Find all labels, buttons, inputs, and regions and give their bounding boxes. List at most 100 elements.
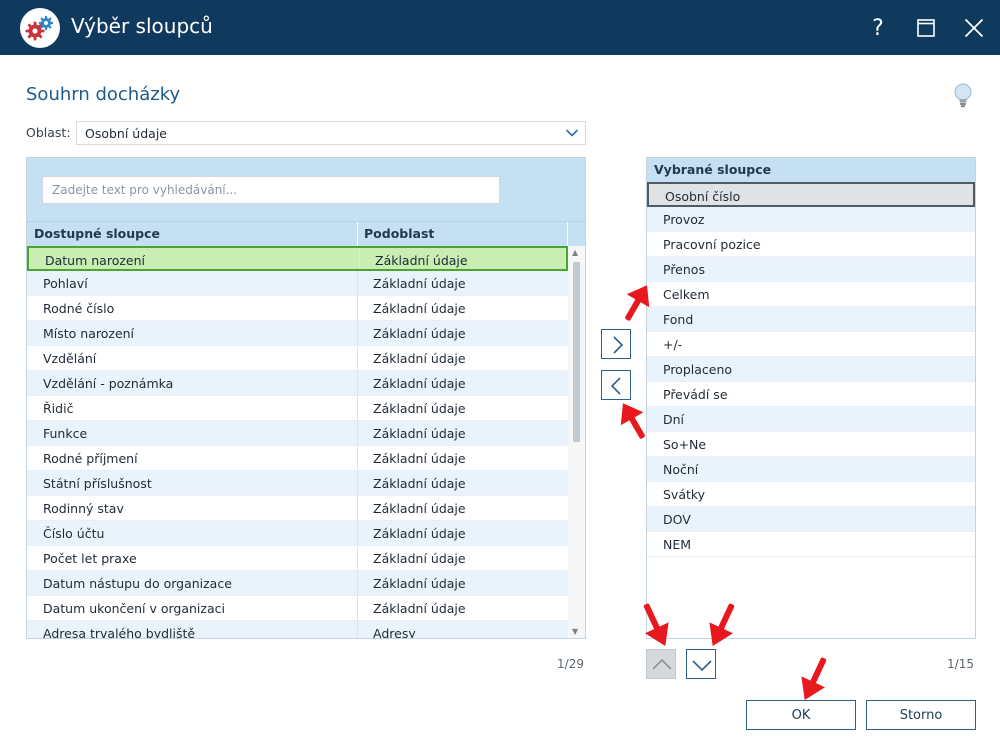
cell-divider	[357, 471, 358, 495]
column-name: Pohlaví	[43, 276, 88, 291]
column-name: Funkce	[43, 426, 88, 441]
table-row[interactable]: Pohlaví Základní údaje	[27, 271, 568, 296]
selected-column-name: Noční	[663, 462, 699, 477]
column-subarea: Základní údaje	[373, 551, 466, 566]
available-table-header: Dostupné sloupce Podoblast	[27, 221, 585, 247]
cell-divider	[357, 496, 358, 520]
ok-button[interactable]: OK	[746, 700, 856, 730]
scroll-up-icon[interactable]: ▲	[572, 248, 578, 257]
list-item[interactable]: DOV	[647, 507, 975, 532]
table-row[interactable]: Státní příslušnost Základní údaje	[27, 471, 568, 496]
column-name: Vzdělání - poznámka	[43, 376, 174, 391]
column-subarea: Základní údaje	[373, 426, 466, 441]
column-name: Vzdělání	[43, 351, 97, 366]
column-subarea: Základní údaje	[373, 351, 466, 366]
list-item[interactable]: Převádí se	[647, 382, 975, 407]
help-button[interactable]: ?	[858, 8, 898, 48]
scroll-thumb[interactable]	[573, 262, 580, 442]
table-row[interactable]: Adresa trvalého bydliště Adresy	[27, 621, 568, 638]
column-name: Rodné číslo	[43, 301, 115, 316]
table-row[interactable]: Řidič Základní údaje	[27, 396, 568, 421]
maximize-button[interactable]	[906, 8, 946, 48]
cell-divider	[357, 546, 358, 570]
close-button[interactable]	[954, 8, 994, 48]
column-subarea: Základní údaje	[373, 276, 466, 291]
list-item[interactable]: Přenos	[647, 257, 975, 282]
table-row[interactable]: Místo narození Základní údaje	[27, 321, 568, 346]
selected-column-name: Proplaceno	[663, 362, 733, 377]
search-band	[27, 158, 585, 221]
table-row[interactable]: Číslo účtu Základní údaje	[27, 521, 568, 546]
list-item[interactable]: Fond	[647, 307, 975, 332]
table-row[interactable]: Počet let praxe Základní údaje	[27, 546, 568, 571]
search-input[interactable]	[42, 176, 500, 204]
cancel-button[interactable]: Storno	[866, 700, 976, 730]
cell-divider	[357, 371, 358, 395]
column-name: Adresa trvalého bydliště	[43, 626, 196, 638]
column-subarea: Základní údaje	[373, 376, 466, 391]
cell-divider	[357, 346, 358, 370]
scroll-down-icon[interactable]: ▼	[572, 627, 578, 636]
cell-divider	[357, 271, 358, 295]
cell-divider	[357, 596, 358, 620]
move-down-button[interactable]	[686, 649, 716, 679]
add-column-button[interactable]	[601, 329, 631, 359]
chevron-down-icon	[565, 129, 579, 137]
cell-divider	[357, 621, 358, 638]
available-scrollbar[interactable]: ▲ ▼	[568, 246, 585, 638]
oblast-dropdown[interactable]: Osobní údaje	[76, 121, 586, 145]
list-item[interactable]: Proplaceno	[647, 357, 975, 382]
column-subarea: Základní údaje	[373, 401, 466, 416]
column-name: Datum narození	[45, 253, 145, 268]
lightbulb-icon[interactable]	[951, 82, 975, 108]
list-item[interactable]: Celkem	[647, 282, 975, 307]
column-subarea: Základní údaje	[373, 326, 466, 341]
oblast-value: Osobní údaje	[85, 126, 167, 141]
selected-column-name: Pracovní pozice	[663, 237, 761, 252]
remove-column-button[interactable]	[601, 370, 631, 400]
table-row[interactable]: Rodné číslo Základní údaje	[27, 296, 568, 321]
selected-column-name: Přenos	[663, 262, 705, 277]
table-row[interactable]: Rodné příjmení Základní údaje	[27, 446, 568, 471]
table-row[interactable]: Funkce Základní údaje	[27, 421, 568, 446]
list-item[interactable]: Pracovní pozice	[647, 232, 975, 257]
column-header-subarea[interactable]: Podoblast	[364, 226, 434, 241]
column-name: Rodné příjmení	[43, 451, 138, 466]
list-item[interactable]: NEM	[647, 532, 975, 557]
column-subarea: Základní údaje	[373, 476, 466, 491]
table-row[interactable]: Datum nástupu do organizace Základní údaj…	[27, 571, 568, 596]
list-item[interactable]: Osobní číslo	[647, 182, 975, 207]
table-row[interactable]: Rodinný stav Základní údaje	[27, 496, 568, 521]
cell-divider	[357, 521, 358, 545]
title-bar: Výběr sloupců ?	[0, 0, 1000, 55]
gears-icon	[20, 8, 60, 48]
list-item[interactable]: So+Ne	[647, 432, 975, 457]
selected-column-name: DOV	[663, 512, 691, 527]
selected-column-name: Svátky	[663, 487, 706, 502]
list-item[interactable]: Dní	[647, 407, 975, 432]
chevron-right-icon	[613, 336, 624, 354]
column-subarea: Základní údaje	[375, 253, 468, 268]
column-name: Řidič	[43, 401, 74, 416]
list-item[interactable]: Svátky	[647, 482, 975, 507]
list-item[interactable]: Provoz	[647, 207, 975, 232]
list-item[interactable]: Noční	[647, 457, 975, 482]
cell-divider	[357, 421, 358, 445]
column-name: Číslo účtu	[43, 526, 105, 541]
column-header-available[interactable]: Dostupné sloupce	[34, 226, 160, 241]
selected-column-name: So+Ne	[663, 437, 707, 452]
table-row[interactable]: Vzdělání Základní údaje	[27, 346, 568, 371]
question-icon: ?	[872, 15, 884, 41]
move-up-button[interactable]	[646, 649, 676, 679]
selected-column-name: +/-	[663, 337, 683, 352]
table-row[interactable]: Datum ukončení v organizaci Základní údaj…	[27, 596, 568, 621]
cell-divider	[357, 321, 358, 345]
table-row[interactable]: Datum narození Základní údaje	[27, 246, 568, 271]
column-name: Státní příslušnost	[43, 476, 152, 491]
column-subarea: Základní údaje	[373, 576, 466, 591]
selected-column-name: Provoz	[663, 212, 705, 227]
list-item[interactable]: +/-	[647, 332, 975, 357]
selected-column-name: Osobní číslo	[665, 189, 741, 204]
close-icon	[964, 18, 984, 38]
table-row[interactable]: Vzdělání - poznámka Základní údaje	[27, 371, 568, 396]
